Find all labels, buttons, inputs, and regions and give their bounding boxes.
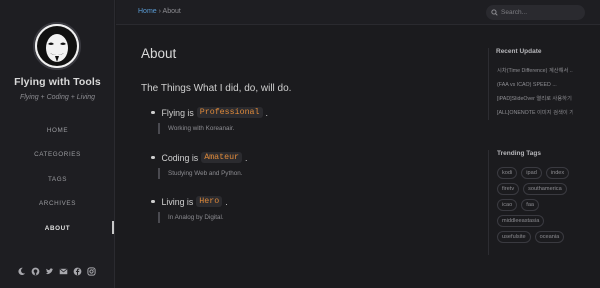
bullet: [151, 110, 155, 115]
item-code: Hero: [196, 196, 223, 207]
recent-update-title: Recent Update: [496, 48, 542, 55]
item-code: Professional: [196, 107, 263, 118]
bullet: [151, 155, 155, 160]
tag-index[interactable]: index: [545, 167, 570, 179]
nav-item-archives[interactable]: ARCHIVES: [0, 192, 115, 217]
tag-kodi[interactable]: kodi: [497, 167, 518, 179]
item-note: Working with Koreanair.: [158, 123, 268, 134]
breadcrumb-current: About: [162, 8, 181, 15]
item-code: Amateur: [201, 152, 243, 163]
breadcrumb-separator: ›: [158, 8, 161, 15]
sidebar-nav: HOME CATEGORIES TAGS ARCHIVES ABOUT: [0, 118, 115, 241]
email-icon[interactable]: [58, 266, 68, 276]
list-item-flying: Flying is Professional . Working with Ko…: [151, 107, 268, 134]
mask-avatar-icon: [35, 24, 79, 68]
recent-update-link[interactable]: [ALL]ONENOTE 이미지 검색이 가 ...: [497, 106, 573, 120]
tag-usefulsite[interactable]: usefulsite: [497, 231, 531, 243]
twitter-icon[interactable]: [44, 266, 54, 276]
item-note: In Analog by Digital.: [158, 212, 228, 223]
list-item-coding: Coding is Amateur . Studying Web and Pyt…: [151, 152, 248, 179]
breadcrumb: Home › About: [138, 8, 181, 15]
breadcrumb-home-link[interactable]: Home: [138, 8, 157, 15]
topbar: Home › About: [116, 0, 600, 25]
tag-icao[interactable]: icao: [497, 199, 518, 211]
tag-southamerica[interactable]: southamerica: [523, 183, 567, 195]
tag-oceania[interactable]: oceania: [534, 231, 565, 243]
search-box[interactable]: [486, 5, 585, 20]
github-icon[interactable]: [30, 266, 40, 276]
item-note: Studying Web and Python.: [158, 168, 248, 179]
item-suffix: .: [245, 152, 248, 163]
bullet: [151, 199, 155, 204]
site-title[interactable]: Flying with Tools: [0, 76, 115, 88]
search-icon: [491, 9, 498, 16]
avatar[interactable]: [33, 22, 81, 70]
item-suffix: .: [265, 107, 268, 118]
main-content: About The Things What I did, do, will do…: [116, 26, 486, 288]
sidebar-icon-row: [16, 266, 96, 276]
tag-ipad[interactable]: ipad: [521, 167, 542, 179]
list-item-living: Living is Hero . In Analog by Digital.: [151, 196, 228, 223]
site-subtitle: Flying + Coding + Living: [19, 94, 96, 101]
item-prefix: Coding is: [161, 152, 199, 163]
trending-tags-panel: Trending Tags kodi ipad index firetv sou…: [488, 150, 578, 255]
tag-middleeastasia[interactable]: middleeastasia: [497, 215, 545, 227]
item-suffix: .: [225, 196, 228, 207]
search-input[interactable]: [501, 9, 581, 16]
page-title: About: [141, 46, 177, 61]
trending-tags-title: Trending Tags: [497, 150, 541, 157]
nav-item-about[interactable]: ABOUT: [0, 216, 115, 241]
recent-update-panel: Recent Update 시차(Time Difference) 계산해서 .…: [488, 48, 573, 120]
item-prefix: Living is: [161, 196, 194, 207]
recent-update-link[interactable]: [iPAD]SlideOver 열리로 사용하기 ...: [497, 92, 573, 106]
intro-text: The Things What I did, do, will do.: [141, 83, 292, 94]
moon-icon[interactable]: [16, 266, 26, 276]
instagram-icon[interactable]: [86, 266, 96, 276]
tag-firetv[interactable]: firetv: [497, 183, 520, 195]
tag-faa[interactable]: faa: [521, 199, 540, 211]
nav-item-tags[interactable]: TAGS: [0, 167, 115, 192]
nav-item-home[interactable]: HOME: [0, 118, 115, 143]
nav-item-categories[interactable]: CATEGORIES: [0, 143, 115, 168]
facebook-icon[interactable]: [72, 266, 82, 276]
tag-list: kodi ipad index firetv southamerica icao…: [497, 167, 578, 243]
item-prefix: Flying is: [161, 107, 194, 118]
recent-update-link[interactable]: 시차(Time Difference) 계산해서 ...: [497, 64, 573, 78]
recent-update-link[interactable]: (FAA vs ICAO) SPEED ...: [497, 78, 573, 92]
sidebar: Flying with Tools Flying + Coding + Livi…: [0, 0, 115, 288]
